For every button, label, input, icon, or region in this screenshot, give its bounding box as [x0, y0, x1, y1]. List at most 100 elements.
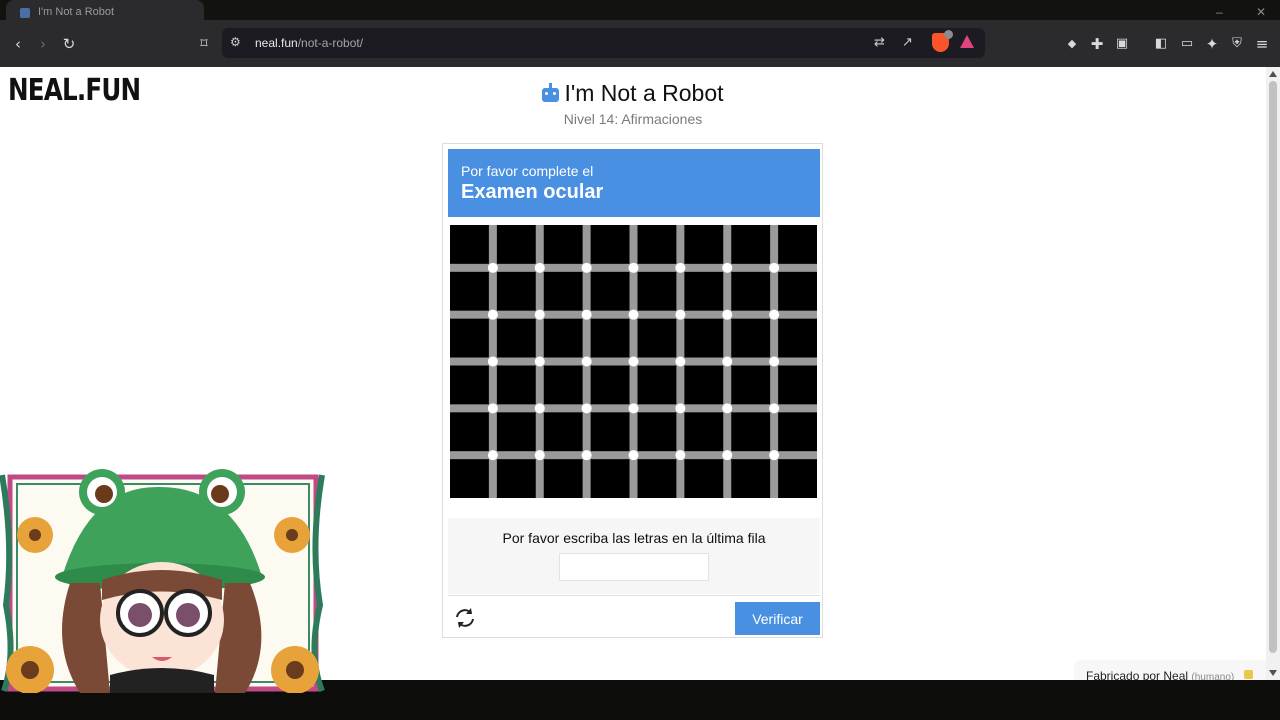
grid-cell [731, 225, 771, 264]
verify-button[interactable]: Verificar [735, 602, 820, 635]
leo-ai-icon[interactable]: ✦ [1201, 20, 1223, 67]
captcha-prompt: Por favor escriba las letras en la últim… [502, 530, 766, 546]
captcha-header-line2: Examen ocular [461, 181, 604, 203]
grid-cell [543, 271, 583, 311]
forward-icon[interactable]: › [33, 20, 53, 67]
grid-cell [684, 412, 724, 452]
minimize-icon[interactable]: ‒ [1216, 5, 1223, 19]
grid-cell [590, 365, 630, 405]
grid-cell [590, 412, 630, 452]
grid-dot [628, 309, 639, 320]
grid-dot [534, 309, 545, 320]
grid-cell [731, 412, 771, 452]
grid-cell [450, 225, 489, 264]
eye-test-grid-image [450, 225, 817, 498]
grid-cell [543, 412, 583, 452]
grid-dot [675, 403, 686, 414]
grid-cell [496, 318, 536, 358]
grid-cell [496, 365, 536, 405]
grid-dot [722, 356, 733, 367]
grid-cell [731, 318, 771, 358]
captcha-widget: Por favor complete el Examen ocular Por … [442, 143, 823, 638]
extensions-icon[interactable]: ✚ [1087, 20, 1107, 67]
grid-cell [637, 459, 677, 498]
grid-cell [778, 412, 817, 452]
grid-dot [675, 309, 686, 320]
grid-dot [487, 309, 498, 320]
grid-cell [778, 459, 817, 498]
grid-cell [684, 318, 724, 358]
grid-cell [590, 318, 630, 358]
grid-cell [496, 412, 536, 452]
grid-dot [628, 450, 639, 461]
brave-rewards-icon[interactable] [960, 35, 974, 48]
grid-cell [778, 318, 817, 358]
grid-dot [581, 309, 592, 320]
url-text[interactable]: neal.fun/not-a-robot/ [255, 36, 363, 50]
bookmark-icon[interactable]: ⌑ [194, 20, 214, 67]
grid-cell [590, 225, 630, 264]
tab-favicon-icon [20, 8, 30, 18]
wallet-diamond-icon[interactable]: ◆ [1064, 20, 1080, 67]
browser-toolbar: ‹ › ↻ ⌑ ⚙ neal.fun/not-a-robot/ ⇄ ↗ ◆ ✚ … [0, 20, 1280, 67]
share-icon[interactable]: ↗ [902, 35, 913, 50]
scrollbar-thumb[interactable] [1269, 81, 1277, 653]
grid-cell [450, 412, 489, 452]
tab-strip: I'm Not a Robot ‒ ✕ [0, 0, 1280, 27]
grid-dot [534, 403, 545, 414]
site-settings-icon[interactable]: ⚙ [230, 35, 241, 49]
grid-cell [778, 225, 817, 264]
grid-cell [496, 225, 536, 264]
grid-cell [684, 459, 724, 498]
grid-dot [722, 309, 733, 320]
grid-cell [731, 271, 771, 311]
address-bar[interactable]: ⚙ neal.fun/not-a-robot/ ⇄ ↗ [222, 28, 985, 58]
captcha-header-line1: Por favor complete el [461, 163, 594, 179]
grid-cell [450, 271, 489, 311]
grid-cell [590, 271, 630, 311]
screenshot-icon[interactable]: ▣ [1112, 20, 1132, 67]
grid-dot [769, 309, 780, 320]
grid-cell [496, 271, 536, 311]
menu-icon[interactable]: ≡ [1251, 20, 1273, 67]
grid-dot [675, 262, 686, 273]
grid-dot [628, 356, 639, 367]
captcha-prompt-area: Por favor escriba las letras en la últim… [448, 518, 820, 594]
grid-cell [450, 318, 489, 358]
close-window-icon[interactable]: ✕ [1256, 5, 1266, 19]
wallet-icon[interactable]: ▭ [1176, 20, 1198, 67]
answer-input[interactable] [559, 553, 709, 581]
grid-cell [684, 365, 724, 405]
page-title: I'm Not a Robot [0, 80, 1266, 107]
grid-dot [487, 403, 498, 414]
refresh-icon[interactable] [452, 605, 478, 631]
grid-cell [590, 459, 630, 498]
grid-dot [581, 403, 592, 414]
page-scrollbar[interactable] [1266, 67, 1280, 680]
grid-dot [769, 403, 780, 414]
reload-icon[interactable]: ↻ [58, 20, 80, 67]
level-subtitle: Nivel 14: Afirmaciones [563, 111, 703, 127]
grid-cell [637, 412, 677, 452]
tab-title: I'm Not a Robot [38, 6, 115, 18]
grid-dot [769, 262, 780, 273]
sidebar-toggle-icon[interactable]: ◧ [1150, 20, 1172, 67]
scroll-down-arrow-icon[interactable] [1269, 670, 1277, 676]
grid-cell [637, 225, 677, 264]
grid-cell [684, 271, 724, 311]
grid-cell [450, 365, 489, 405]
scroll-up-arrow-icon[interactable] [1269, 71, 1277, 77]
credit-text: Fabricado por Neal (humano) [1086, 669, 1235, 680]
grid-cell [543, 318, 583, 358]
grid-dot [534, 262, 545, 273]
vpn-icon[interactable]: ⛨ [1226, 20, 1248, 67]
translate-icon[interactable]: ⇄ [874, 35, 885, 50]
grid-dot [534, 356, 545, 367]
grid-dot [487, 262, 498, 273]
back-icon[interactable]: ‹ [8, 20, 28, 67]
grid-dot [769, 356, 780, 367]
grid-cell [543, 459, 583, 498]
grid-dot [581, 356, 592, 367]
made-by-credit[interactable]: Fabricado por Neal (humano) [1074, 660, 1266, 680]
grid-dot [487, 356, 498, 367]
